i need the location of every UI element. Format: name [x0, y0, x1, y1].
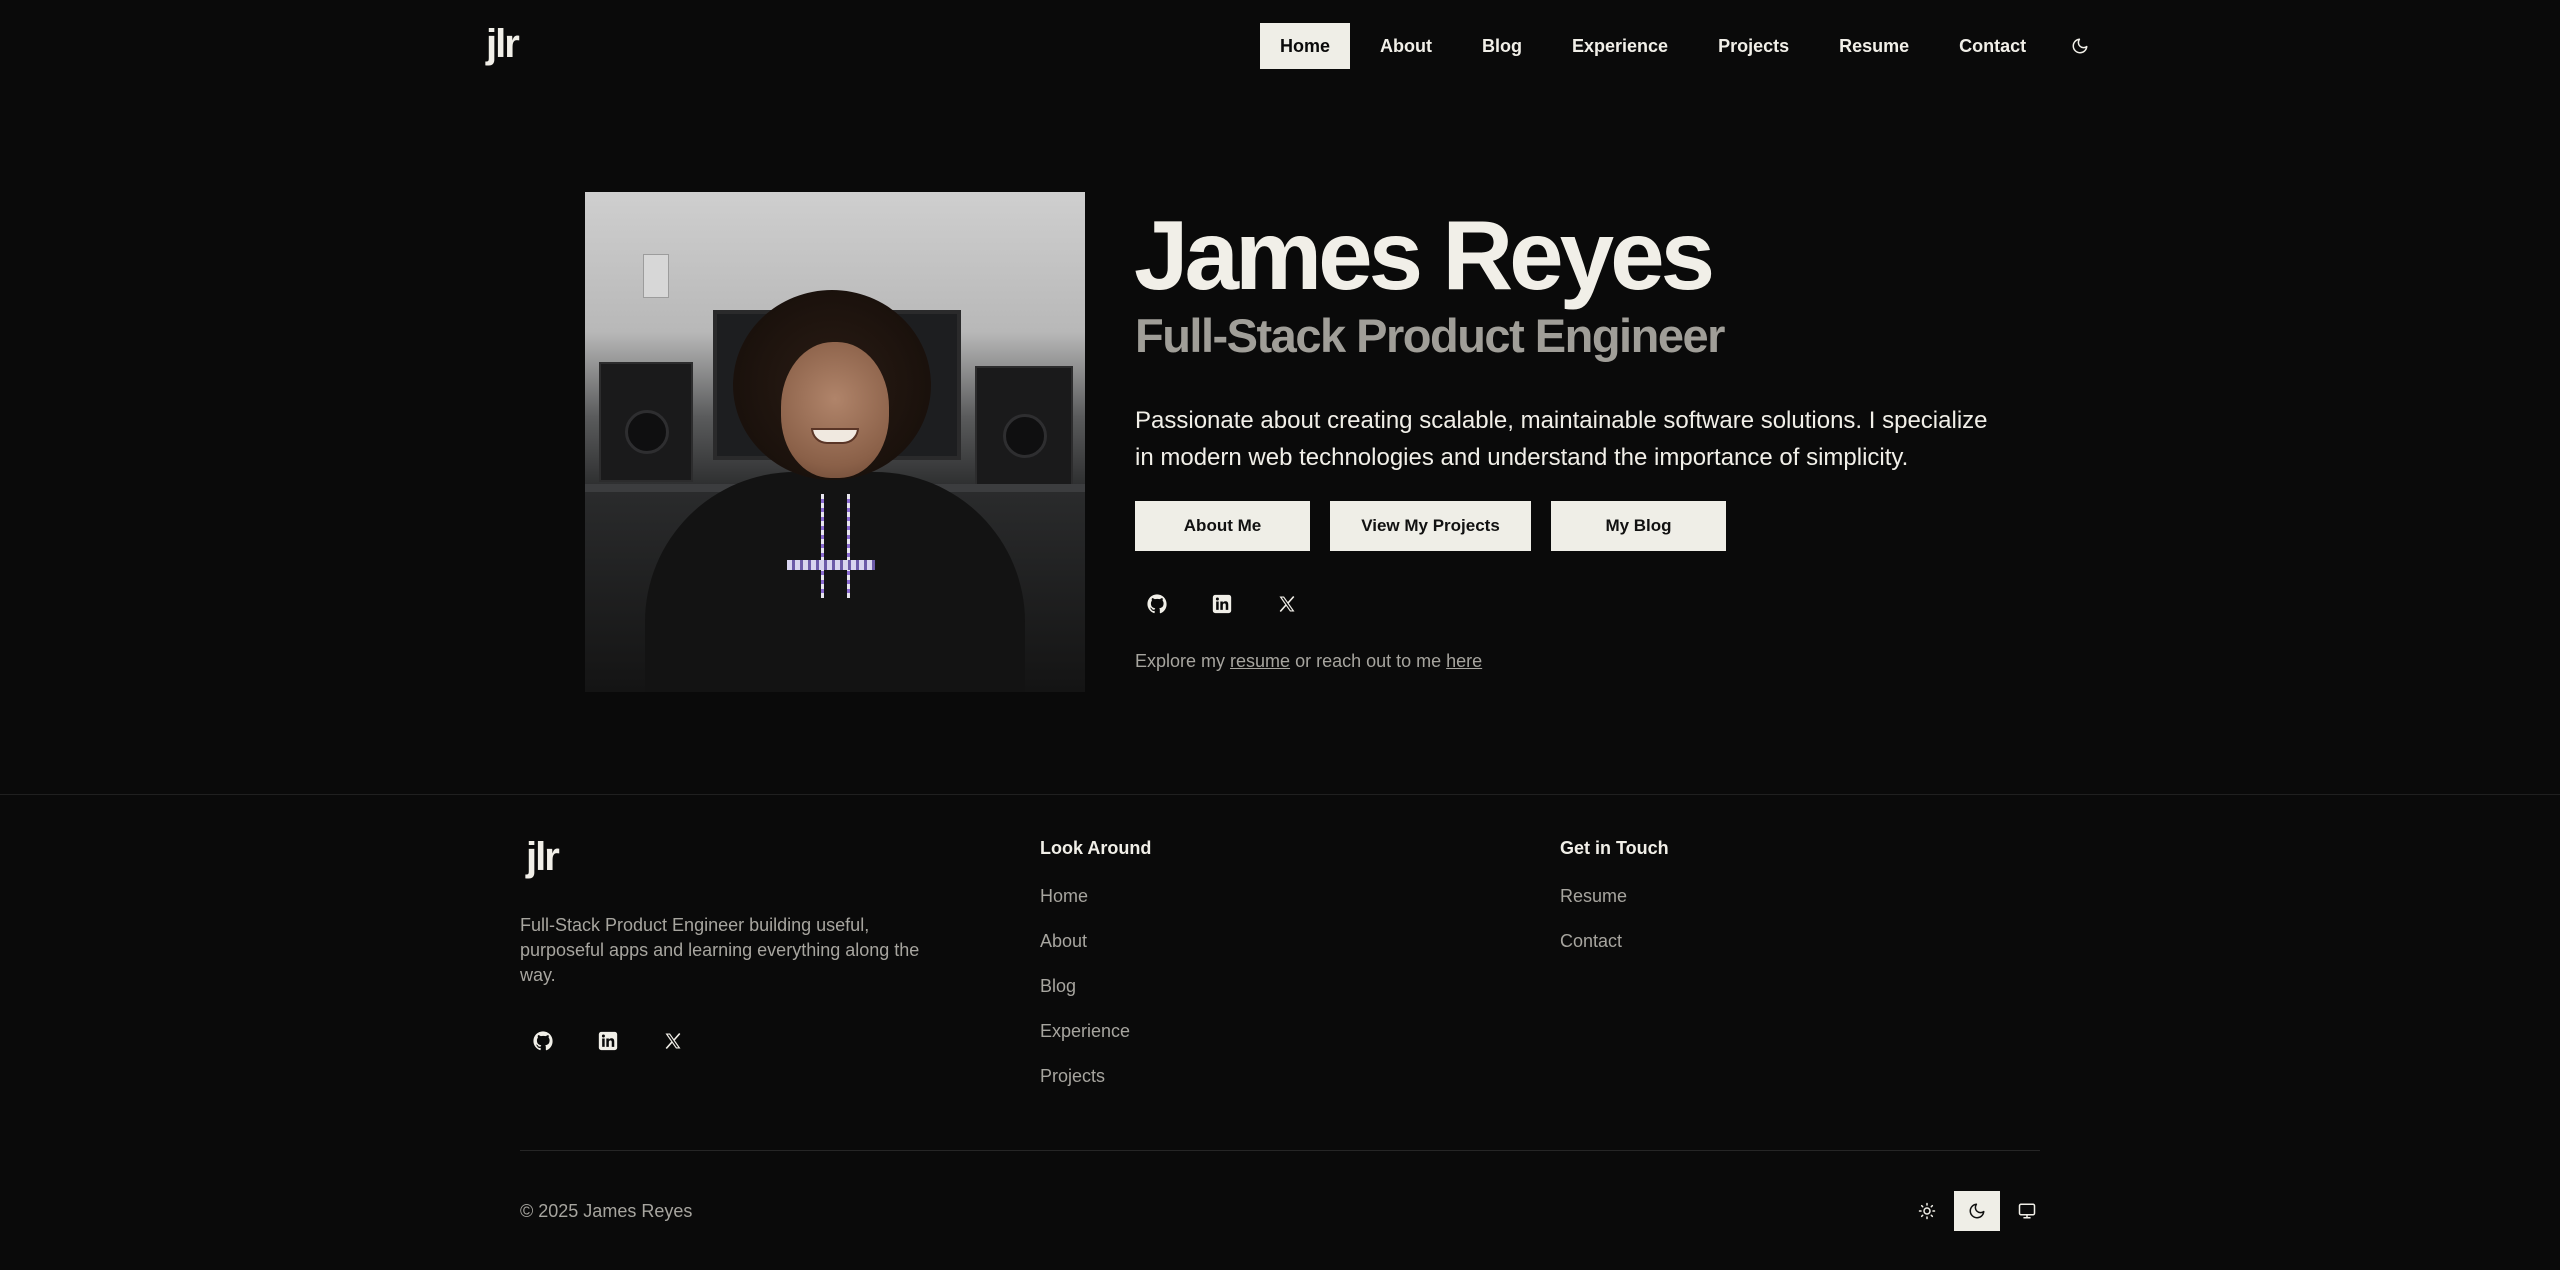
- photo-speaker-left: [599, 362, 693, 482]
- github-link[interactable]: [1140, 587, 1174, 621]
- nav-item-resume[interactable]: Resume: [1819, 23, 1929, 69]
- linkedin-link[interactable]: [1205, 587, 1239, 621]
- about-me-button[interactable]: About Me: [1135, 501, 1310, 551]
- photo-hoodie-cord: [847, 494, 850, 598]
- footer-github-link[interactable]: [526, 1024, 560, 1058]
- look-around-title: Look Around: [1040, 838, 1152, 858]
- get-in-touch-title: Get in Touch: [1560, 838, 1669, 858]
- copyright-text: © 2025 James Reyes: [520, 1201, 693, 1221]
- look-around-links: Home About Blog Experience Projects: [1040, 885, 1130, 1110]
- hero-role: Full-Stack Product Engineer: [1135, 309, 1725, 362]
- github-icon: [533, 1031, 553, 1051]
- github-icon: [1147, 594, 1167, 614]
- monitor-icon: [2018, 1203, 2036, 1219]
- photo-face: [781, 342, 889, 478]
- hero-description: Passionate about creating scalable, main…: [1135, 407, 1988, 471]
- moon-icon: [2072, 38, 2088, 54]
- footer-bottom-divider: [520, 1150, 2040, 1151]
- footer-link-home[interactable]: Home: [1040, 885, 1130, 930]
- photo-hoodie-cord: [821, 494, 824, 598]
- footer-link-about[interactable]: About: [1040, 930, 1130, 975]
- hero-buttons: About Me View My Projects My Blog: [1135, 501, 1746, 551]
- photo-speaker-cone: [625, 410, 669, 454]
- explore-text: Explore my resume or reach out to me her…: [1135, 651, 1482, 672]
- hero-social-links: [1140, 587, 1335, 621]
- site-logo[interactable]: jlr: [486, 22, 520, 66]
- theme-light-button[interactable]: [1904, 1191, 1950, 1231]
- view-projects-button[interactable]: View My Projects: [1330, 501, 1531, 551]
- photo-wall-switch: [643, 254, 669, 298]
- nav-item-contact[interactable]: Contact: [1939, 23, 2046, 69]
- resume-link[interactable]: resume: [1230, 651, 1290, 671]
- footer-link-resume[interactable]: Resume: [1560, 885, 1627, 930]
- footer-link-experience[interactable]: Experience: [1040, 1020, 1130, 1065]
- contact-here-link[interactable]: here: [1446, 651, 1482, 671]
- profile-photo: [585, 192, 1085, 692]
- site-header: jlr Home About Blog Experience Projects …: [0, 0, 2560, 92]
- footer-link-projects[interactable]: Projects: [1040, 1065, 1130, 1110]
- nav-item-projects[interactable]: Projects: [1698, 23, 1809, 69]
- footer-link-blog[interactable]: Blog: [1040, 975, 1130, 1020]
- photo-speaker-cone: [1003, 414, 1047, 458]
- photo-hoodie: [645, 472, 1025, 692]
- nav-item-blog[interactable]: Blog: [1462, 23, 1542, 69]
- footer-x-link[interactable]: [656, 1024, 690, 1058]
- footer-logo[interactable]: jlr: [526, 835, 560, 879]
- linkedin-icon: [1212, 594, 1232, 614]
- x-icon: [665, 1032, 681, 1050]
- photo-hoodie-print: [787, 560, 875, 570]
- nav-item-about[interactable]: About: [1360, 23, 1452, 69]
- linkedin-icon: [598, 1031, 618, 1051]
- theme-system-button[interactable]: [2004, 1191, 2050, 1231]
- footer-description: Full-Stack Product Engineer building use…: [520, 915, 920, 985]
- x-icon: [1279, 595, 1295, 613]
- footer-link-contact[interactable]: Contact: [1560, 930, 1627, 975]
- footer-linkedin-link[interactable]: [591, 1024, 625, 1058]
- sun-icon: [1918, 1202, 1936, 1220]
- x-link[interactable]: [1270, 587, 1304, 621]
- get-in-touch-links: Resume Contact: [1560, 885, 1627, 975]
- main-nav: Home About Blog Experience Projects Resu…: [1260, 23, 2098, 69]
- hero-name: James Reyes: [1134, 200, 1715, 310]
- explore-middle: or reach out to me: [1290, 651, 1447, 671]
- my-blog-button[interactable]: My Blog: [1551, 501, 1726, 551]
- theme-dark-button[interactable]: [1954, 1191, 2000, 1231]
- nav-item-experience[interactable]: Experience: [1552, 23, 1688, 69]
- photo-speaker-right: [975, 366, 1073, 488]
- footer-divider: [0, 794, 2560, 795]
- explore-prefix: Explore my: [1135, 651, 1231, 671]
- nav-item-home[interactable]: Home: [1260, 23, 1351, 69]
- theme-toggle-button[interactable]: [2062, 23, 2098, 69]
- moon-icon: [1969, 1203, 1985, 1219]
- footer-social-links: [526, 1024, 721, 1058]
- theme-switcher: [1900, 1191, 2050, 1231]
